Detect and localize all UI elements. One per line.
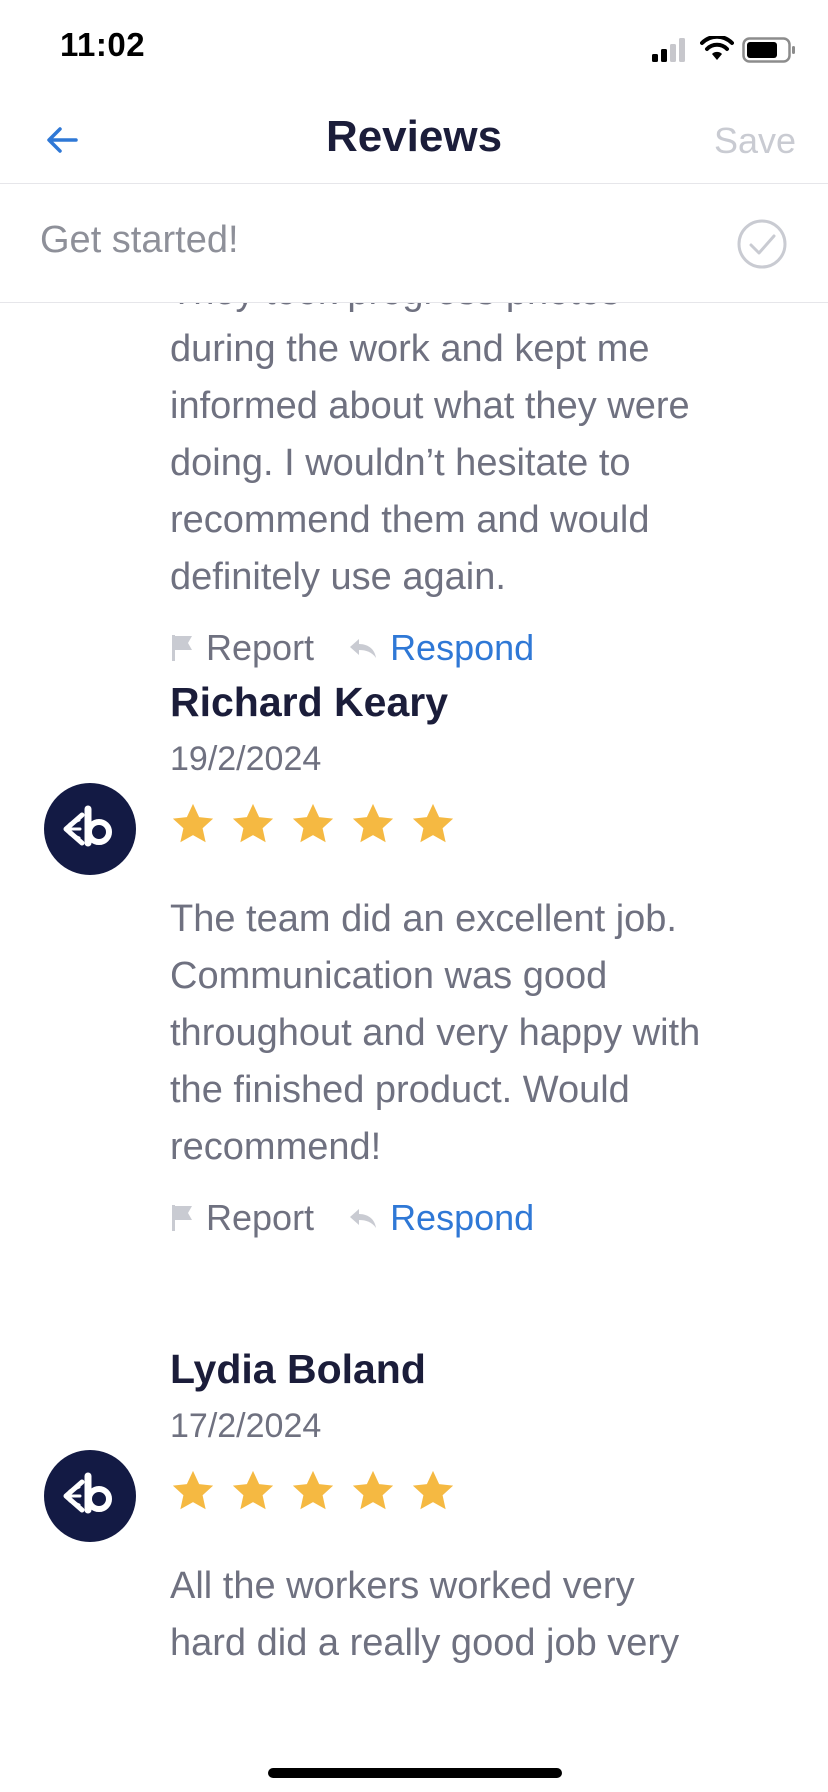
review-text-line: The team did an excellent job. [170,898,677,940]
nav-bar: Reviews Save [0,100,828,184]
flag-icon [172,1205,192,1231]
company-logo-icon [63,805,112,847]
report-label: Report [206,1197,315,1238]
review-item: Lydia Boland 17/2/2024 All the workers w… [170,1346,790,1672]
battery-icon [742,37,795,63]
review-date: 19/2/2024 [170,740,322,778]
review-text: The team did an excellent job. Communica… [170,891,790,1176]
reviewer-name: Richard Keary [170,679,449,725]
review-text-line: recommend! [170,1126,382,1168]
review-item: Richard Keary 19/2/2024 The team did an … [170,679,790,1248]
star-icon [232,803,274,843]
report-button[interactable]: Report [170,627,314,669]
star-icon [352,803,394,843]
star-icon [292,1470,334,1510]
avatar [44,783,136,875]
review-item: They took progress photos during the wor… [170,303,790,678]
reply-icon [350,1209,377,1228]
respond-button[interactable]: Respond [348,1197,534,1239]
get-started-row[interactable]: Get started! [0,185,828,303]
review-actions: Report Respond [170,1188,790,1248]
report-button[interactable]: Report [170,1197,314,1239]
status-bar: 11:02 [0,0,828,100]
status-time: 11:02 [60,26,146,63]
star-icon [292,803,334,843]
star-rating [170,1468,790,1514]
star-icon [412,803,454,843]
home-indicator [268,1768,562,1778]
company-logo-icon [63,1472,112,1514]
star-rating [170,801,790,847]
wifi-icon [700,36,734,60]
cellular-signal-icon [652,38,685,62]
review-text-line: hard did a really good job very [170,1622,680,1664]
report-label: Report [206,627,315,668]
respond-label: Respond [390,627,535,668]
review-text-line: the finished product. Would [170,1069,630,1111]
star-icon [352,1470,394,1510]
review-date: 17/2/2024 [170,1407,322,1445]
star-icon [172,803,214,843]
star-icon [232,1470,274,1510]
reviews-list[interactable]: They took progress photos during the wor… [0,303,828,1792]
review-text-line: All the workers worked very [170,1565,635,1607]
review-text-line: recommend them and would [170,499,650,541]
review-text-line: doing. I wouldn’t hesitate to [170,442,631,484]
review-text: They took progress photos during the wor… [170,303,790,606]
review-text-line: informed about what they were [170,385,690,427]
review-text-line: definitely use again. [170,556,506,598]
reviewer-name: Lydia Boland [170,1346,426,1392]
review-text-line: They took progress photos [170,303,790,321]
app-screen: 11:02 Reviews Save Get started! during t… [0,0,828,1792]
reply-icon [350,639,377,658]
respond-button[interactable]: Respond [348,627,534,669]
flag-icon [172,635,192,661]
review-text-line: Communication was good [170,955,608,997]
get-started-label: Get started! [40,219,239,261]
avatar [44,1450,136,1542]
check-circle-icon[interactable] [736,218,788,270]
review-text-line: throughout and very happy with [170,1012,701,1054]
review-text-line: during the work and kept me [170,328,650,370]
page-title: Reviews [325,112,503,161]
review-actions: Report Respond [170,618,790,678]
review-text: All the workers worked very hard did a r… [170,1558,790,1672]
save-button[interactable]: Save [714,120,796,162]
respond-label: Respond [390,1197,535,1238]
star-icon [172,1470,214,1510]
star-icon [412,1470,454,1510]
